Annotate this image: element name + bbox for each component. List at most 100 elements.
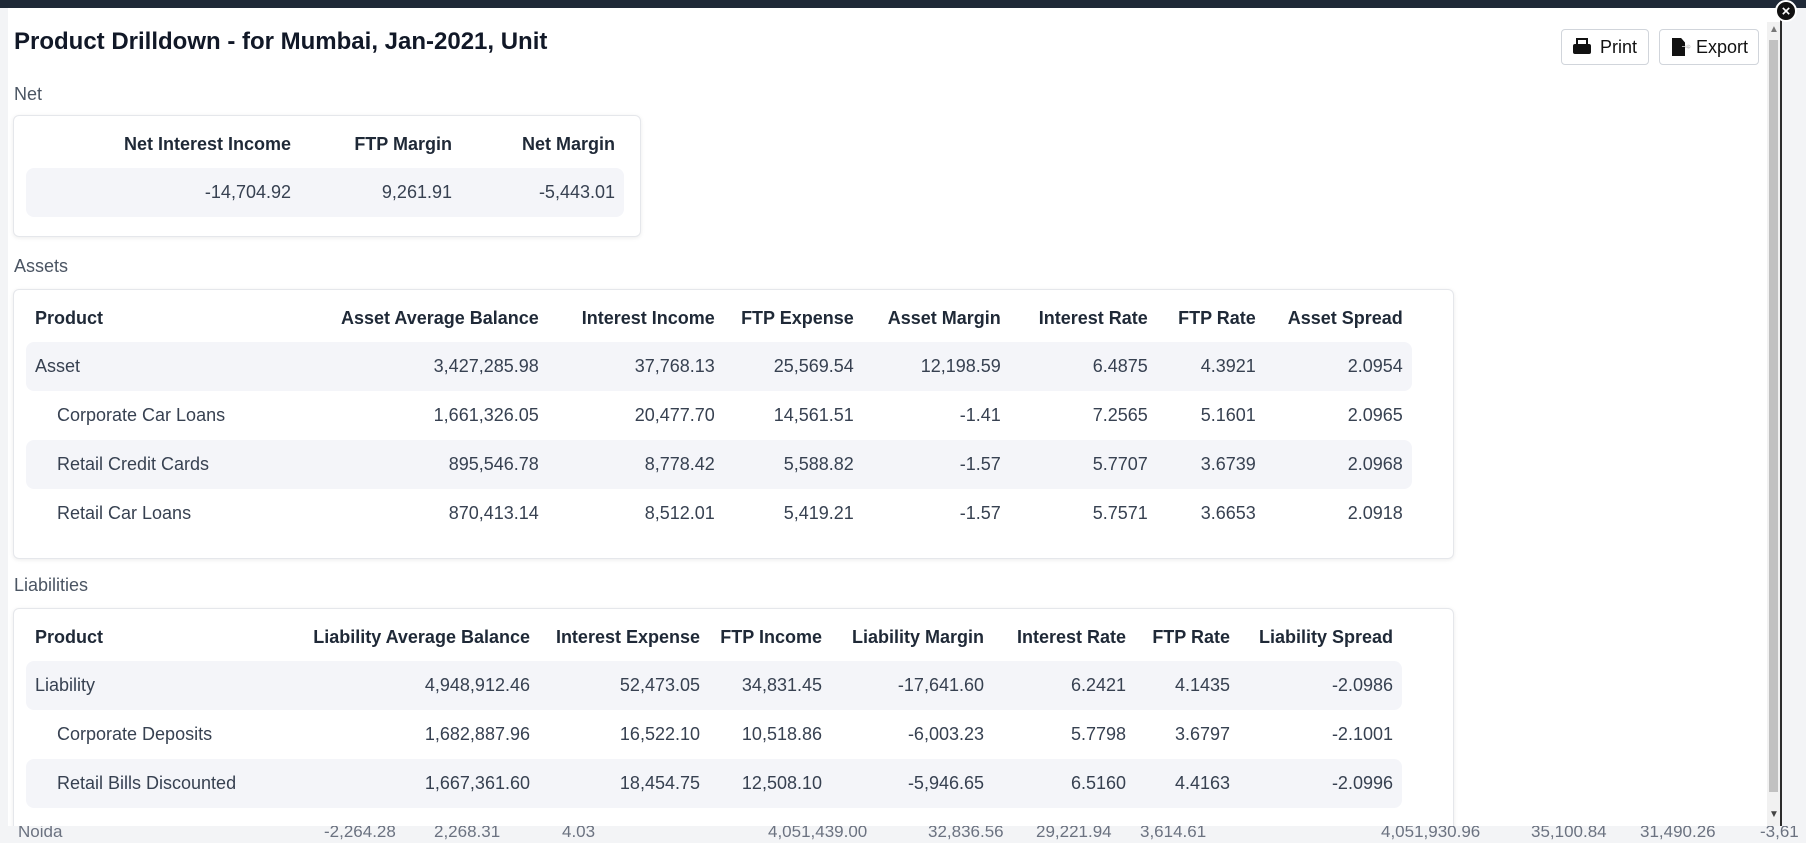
net-table: Net Interest Income FTP Margin Net Margi…: [26, 120, 624, 217]
net-cell: -5,443.01: [461, 168, 624, 217]
assets-header-avg-balance: Asset Average Balance: [341, 307, 539, 328]
net-card: Net Interest Income FTP Margin Net Margi…: [13, 115, 641, 237]
value-cell: 1,661,326.05: [433, 405, 539, 425]
liabilities-header-product: Product: [35, 626, 104, 647]
scroll-up-arrow-icon[interactable]: ▲: [1769, 24, 1779, 35]
assets-header-ftp-rate: FTP Rate: [1178, 307, 1256, 328]
value-cell: -2.0986: [1239, 661, 1402, 710]
file-export-icon: [1670, 36, 1693, 57]
value-cell: 6.4875: [1009, 342, 1157, 391]
value-cell: 6.5160: [993, 759, 1135, 808]
value-cell: 12,508.10: [709, 759, 831, 808]
bg-cell: 32,836.56: [928, 826, 1004, 841]
bg-cell: -3,61: [1760, 826, 1799, 841]
table-row: Asset 3,427,285.98 37,768.13 25,569.54 1…: [26, 342, 1412, 391]
value-cell: 3,427,285.98: [332, 342, 548, 391]
background-table-row: Noida -2,264.28 2,268.31 4.03 4,051,439.…: [0, 826, 1806, 843]
value-cell: -17,641.60: [831, 661, 993, 710]
assets-header-interest-rate: Interest Rate: [1038, 307, 1148, 328]
net-section-label: Net: [14, 84, 43, 104]
value-cell: 6.2421: [993, 661, 1135, 710]
close-modal-button[interactable]: ×: [1775, 0, 1797, 22]
liabilities-header-ftp-rate: FTP Rate: [1152, 626, 1230, 647]
value-cell: -2.1001: [1331, 724, 1393, 744]
value-cell: 5,588.82: [723, 440, 863, 489]
value-cell: 8,778.42: [547, 440, 724, 489]
value-cell: 4.3921: [1156, 342, 1265, 391]
value-cell: 18,454.75: [539, 759, 709, 808]
bg-cell: Noida: [18, 826, 63, 841]
net-header-nii: Net Interest Income: [123, 133, 291, 154]
value-cell: 20,477.70: [634, 405, 715, 425]
print-button-label: Print: [1600, 36, 1638, 57]
value-cell: 4,948,912.46: [299, 661, 539, 710]
assets-header-product: Product: [35, 307, 104, 328]
modal-scrollbar[interactable]: ▲ ▼: [1767, 22, 1780, 826]
scrollbar-thumb[interactable]: [1769, 40, 1778, 792]
net-cell: 9,261.91: [300, 168, 461, 217]
net-header-net-margin: Net Margin: [521, 133, 615, 154]
assets-header-asset-spread: Asset Spread: [1287, 307, 1403, 328]
scroll-down-arrow-icon[interactable]: ▼: [1769, 809, 1779, 820]
liabilities-header-liability-margin: Liability Margin: [851, 626, 984, 647]
bg-cell: 4.03: [562, 826, 596, 841]
bg-cell: 31,490.26: [1640, 826, 1716, 841]
value-cell: 10,518.86: [741, 724, 822, 744]
product-cell: Retail Car Loans: [57, 503, 192, 523]
value-cell: 2.0954: [1264, 342, 1412, 391]
assets-header-ftp-expense: FTP Expense: [741, 307, 854, 328]
assets-header-row: Product Asset Average Balance Interest I…: [26, 294, 1412, 342]
table-row: Liability 4,948,912.46 52,473.05 34,831.…: [26, 661, 1402, 710]
value-cell: 8,512.01: [644, 503, 715, 523]
value-cell: 870,413.14: [448, 503, 539, 523]
background-app-right: [1782, 8, 1806, 826]
value-cell: 37,768.13: [547, 342, 724, 391]
table-row: Retail Car Loans 870,413.14 8,512.01 5,4…: [26, 489, 1412, 538]
product-drilldown-modal: Product Drilldown - for Mumbai, Jan-2021…: [8, 8, 1780, 826]
value-cell: 14,561.51: [773, 405, 854, 425]
value-cell: 34,831.45: [709, 661, 831, 710]
value-cell: -1.41: [959, 405, 1001, 425]
liabilities-header-liability-spread: Liability Spread: [1258, 626, 1393, 647]
bg-cell: 4,051,439.00: [768, 826, 868, 841]
liabilities-header-avg-balance: Liability Average Balance: [313, 626, 530, 647]
liabilities-header-interest-expense: Interest Expense: [555, 626, 700, 647]
value-cell: 5,419.21: [783, 503, 854, 523]
value-cell: -1.57: [862, 440, 1010, 489]
assets-header-interest-income: Interest Income: [581, 307, 715, 328]
assets-card: Product Asset Average Balance Interest I…: [13, 289, 1454, 559]
liabilities-header-row: Product Liability Average Balance Intere…: [26, 613, 1402, 661]
product-cell: Asset: [26, 342, 332, 391]
value-cell: -5,946.65: [831, 759, 993, 808]
value-cell: 2.0968: [1264, 440, 1412, 489]
value-cell: 3.6653: [1200, 503, 1256, 523]
value-cell: 1,682,887.96: [424, 724, 530, 744]
product-cell: Corporate Deposits: [57, 724, 213, 744]
table-row: Retail Credit Cards 895,546.78 8,778.42 …: [26, 440, 1412, 489]
liabilities-card: Product Liability Average Balance Intere…: [13, 608, 1454, 826]
liabilities-table: Product Liability Average Balance Intere…: [26, 613, 1402, 808]
liabilities-header-ftp-income: FTP Income: [720, 626, 822, 647]
modal-toolbar: Print Export: [1561, 29, 1759, 65]
value-cell: -2.0996: [1239, 759, 1402, 808]
export-button-label: Export: [1695, 36, 1748, 57]
value-cell: 5.7798: [1070, 724, 1126, 744]
value-cell: 3.6797: [1174, 724, 1230, 744]
value-cell: 5.7707: [1009, 440, 1157, 489]
print-button[interactable]: Print: [1561, 29, 1649, 65]
background-app-header: [0, 0, 1806, 8]
value-cell: 25,569.54: [723, 342, 863, 391]
value-cell: 7.2565: [1092, 405, 1148, 425]
product-cell: Corporate Car Loans: [57, 405, 226, 425]
assets-section-label: Assets: [14, 256, 69, 276]
table-row: Corporate Car Loans 1,661,326.05 20,477.…: [26, 391, 1412, 440]
export-button[interactable]: Export: [1659, 29, 1759, 65]
printer-icon: [1572, 37, 1592, 57]
bg-cell: 29,221.94: [1036, 826, 1112, 841]
liabilities-header-interest-rate: Interest Rate: [1016, 626, 1126, 647]
value-cell: 2.0918: [1347, 503, 1403, 523]
product-cell: Liability: [26, 661, 299, 710]
value-cell: 12,198.59: [862, 342, 1010, 391]
value-cell: 5.1601: [1200, 405, 1256, 425]
bg-cell: 2,268.31: [434, 826, 501, 841]
